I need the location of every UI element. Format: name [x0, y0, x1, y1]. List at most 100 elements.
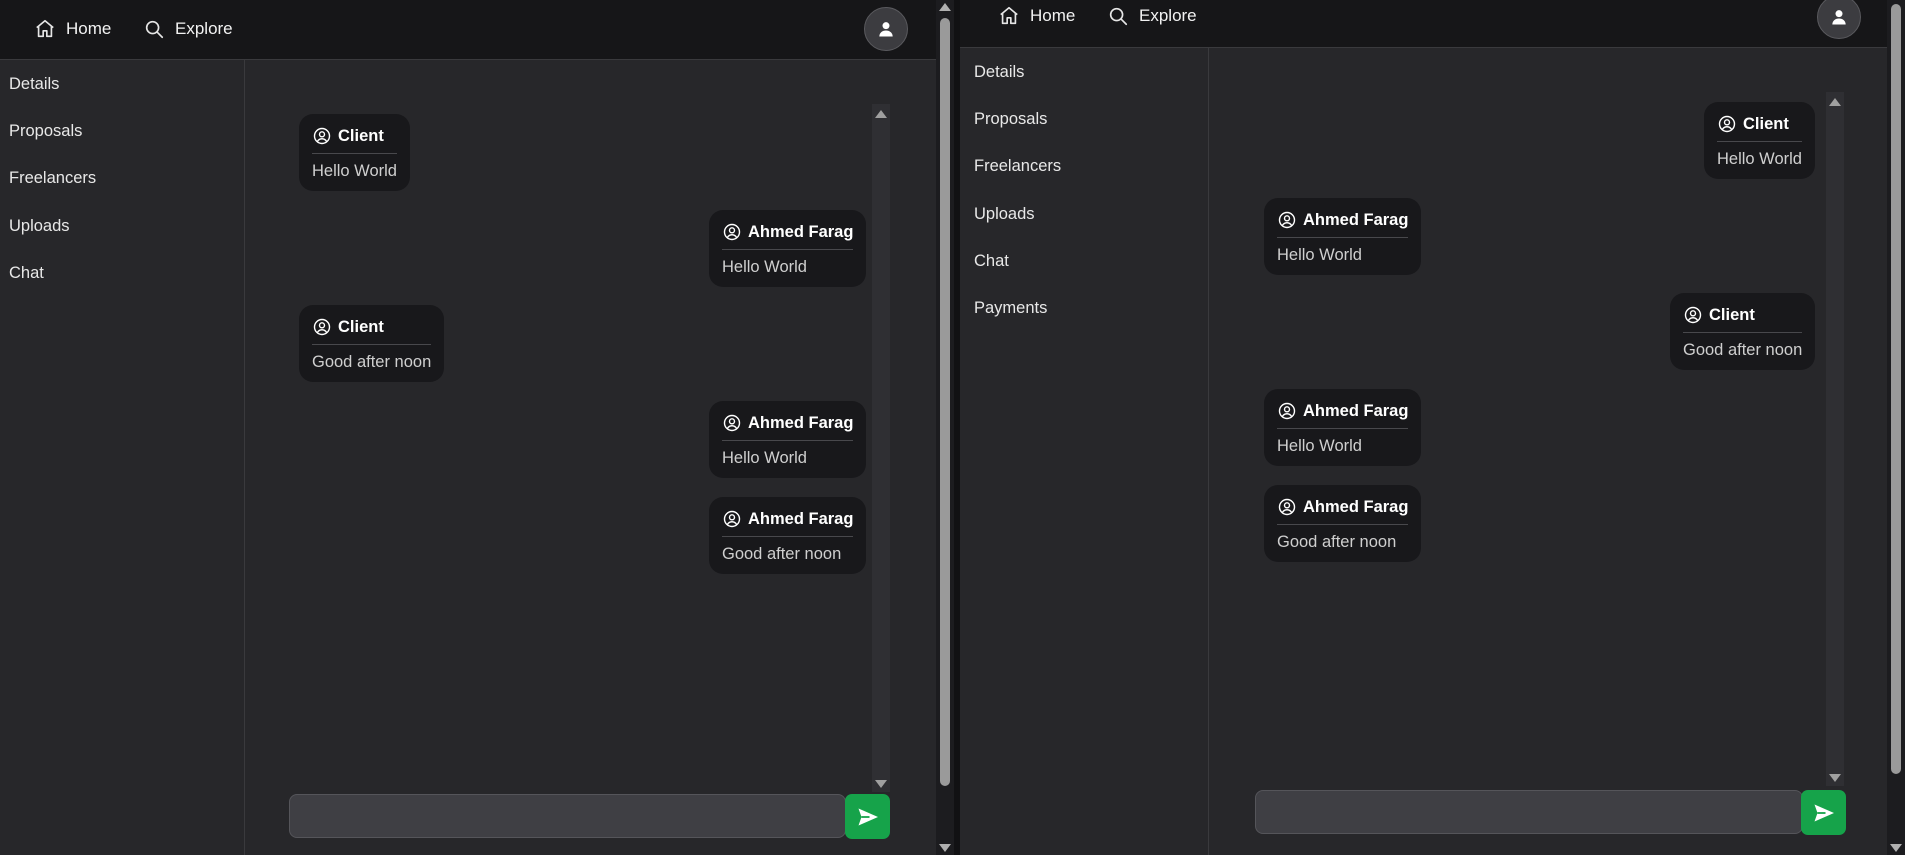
nav-explore-link[interactable]: Explore — [143, 18, 233, 40]
scroll-down-arrow-icon[interactable] — [1890, 844, 1902, 852]
sidebar-item-uploads[interactable]: Uploads — [9, 217, 70, 236]
scroll-down-arrow-icon[interactable] — [939, 844, 951, 852]
message-bubble: Ahmed Farag Hello World — [709, 401, 867, 478]
send-button[interactable] — [1801, 790, 1846, 835]
message-sender: Client — [1743, 114, 1789, 133]
user-icon — [1832, 10, 1846, 25]
scroll-down-arrow-icon[interactable] — [875, 780, 887, 788]
send-icon — [1814, 804, 1834, 821]
nav-explore-label: Explore — [175, 19, 233, 38]
sidebar-item-freelancers[interactable]: Freelancers — [974, 157, 1061, 176]
message-header: Client — [1717, 114, 1802, 142]
user-circle-icon — [1684, 306, 1702, 324]
message-header: Ahmed Farag — [722, 222, 854, 250]
scrollbar-thumb[interactable] — [940, 18, 950, 786]
message-header: Ahmed Farag — [722, 509, 854, 537]
send-icon — [858, 808, 878, 825]
nav-explore-label: Explore — [1139, 6, 1197, 25]
top-navbar: Home Explore — [960, 0, 1905, 48]
user-circle-icon — [1278, 211, 1296, 229]
nav-explore-link[interactable]: Explore — [1107, 5, 1197, 27]
scrollbar-thumb[interactable] — [1891, 4, 1901, 774]
user-circle-icon — [723, 414, 741, 432]
message-sender: Ahmed Farag — [1303, 210, 1409, 229]
home-icon — [36, 19, 54, 38]
message-input[interactable] — [289, 794, 846, 838]
scroll-up-arrow-icon[interactable] — [875, 110, 887, 118]
user-avatar-button[interactable] — [864, 7, 908, 51]
message-bubble: Ahmed Farag Good after noon — [1264, 485, 1422, 562]
right-page-scrollbar[interactable] — [1887, 0, 1905, 855]
message-header: Client — [312, 317, 432, 345]
home-icon — [1000, 6, 1018, 25]
scroll-up-arrow-icon[interactable] — [1829, 98, 1841, 106]
sidebar-item-details[interactable]: Details — [974, 63, 1024, 82]
user-circle-icon — [313, 318, 331, 336]
message-header: Ahmed Farag — [722, 413, 854, 441]
message-header: Ahmed Farag — [1277, 497, 1409, 525]
message-input[interactable] — [1255, 790, 1803, 834]
message-sender: Ahmed Farag — [748, 509, 854, 528]
message-text: Good after noon — [312, 353, 432, 371]
user-avatar-button[interactable] — [1817, 0, 1861, 39]
user-circle-icon — [1278, 498, 1296, 516]
message-text: Hello World — [312, 162, 397, 180]
message-sender: Client — [338, 317, 384, 336]
message-text: Hello World — [722, 258, 807, 276]
nav-home-link[interactable]: Home — [998, 5, 1075, 27]
message-sender: Client — [338, 126, 384, 145]
user-circle-icon — [723, 223, 741, 241]
message-text: Good after noon — [1683, 341, 1803, 359]
search-icon — [145, 20, 164, 39]
chat-scrollbar[interactable] — [872, 104, 890, 792]
user-circle-icon — [723, 510, 741, 528]
message-text: Hello World — [1277, 437, 1362, 455]
message-header: Client — [1683, 305, 1803, 333]
message-text: Hello World — [722, 449, 807, 467]
sidebar-item-freelancers[interactable]: Freelancers — [9, 169, 96, 188]
message-sender: Client — [1709, 305, 1755, 324]
scroll-down-arrow-icon[interactable] — [1829, 774, 1841, 782]
message-bubble: Ahmed Farag Good after noon — [709, 497, 867, 574]
search-icon — [1109, 7, 1128, 26]
user-circle-icon — [1718, 115, 1736, 133]
left-browser-pane: Home Explore Details Proposals Freelance… — [0, 0, 936, 855]
sidebar-item-details[interactable]: Details — [9, 75, 59, 94]
message-text: Good after noon — [722, 545, 842, 563]
message-bubble: Ahmed Farag Hello World — [1264, 198, 1422, 275]
message-header: Ahmed Farag — [1277, 210, 1409, 238]
message-sender: Ahmed Farag — [1303, 401, 1409, 420]
left-page-scrollbar[interactable] — [936, 0, 954, 855]
message-bubble: Client Hello World — [1704, 102, 1815, 179]
message-bubble: Ahmed Farag Hello World — [1264, 389, 1422, 466]
sidebar-item-chat[interactable]: Chat — [974, 252, 1009, 271]
top-navbar: Home Explore — [0, 0, 936, 60]
sidebar-item-chat[interactable]: Chat — [9, 264, 44, 283]
message-text: Good after noon — [1277, 533, 1397, 551]
message-text: Hello World — [1717, 150, 1802, 168]
sidebar-item-uploads[interactable]: Uploads — [974, 205, 1035, 224]
message-bubble: Client Good after noon — [299, 305, 445, 382]
nav-home-label: Home — [66, 19, 112, 38]
nav-home-label: Home — [1030, 6, 1076, 25]
sidebar: Details Proposals Freelancers Uploads Ch… — [960, 48, 1209, 855]
user-icon — [879, 22, 893, 37]
sidebar-item-proposals[interactable]: Proposals — [974, 110, 1047, 129]
message-header: Client — [312, 126, 397, 154]
chat-scrollbar[interactable] — [1826, 92, 1844, 786]
user-circle-icon — [313, 127, 331, 145]
user-circle-icon — [1278, 402, 1296, 420]
message-header: Ahmed Farag — [1277, 401, 1409, 429]
nav-home-link[interactable]: Home — [34, 18, 111, 40]
scroll-up-arrow-icon[interactable] — [939, 3, 951, 11]
message-sender: Ahmed Farag — [1303, 497, 1409, 516]
right-browser-pane: Home Explore Details Proposals Freelance… — [960, 0, 1905, 855]
message-sender: Ahmed Farag — [748, 413, 854, 432]
sidebar-item-proposals[interactable]: Proposals — [9, 122, 82, 141]
sidebar: Details Proposals Freelancers Uploads Ch… — [0, 60, 245, 855]
send-button[interactable] — [845, 794, 890, 839]
message-bubble: Client Hello World — [299, 114, 410, 191]
message-bubble: Client Good after noon — [1670, 293, 1816, 370]
sidebar-item-payments[interactable]: Payments — [974, 299, 1047, 318]
message-sender: Ahmed Farag — [748, 222, 854, 241]
